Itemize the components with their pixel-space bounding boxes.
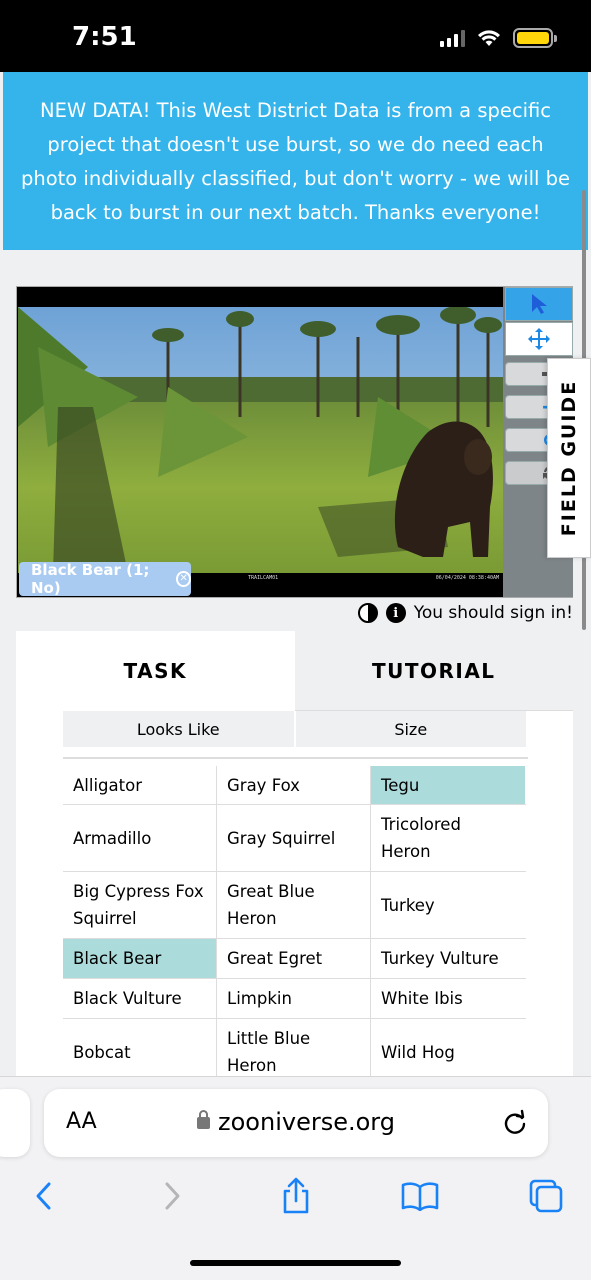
species-choices: Alligator Gray Fox Tegu Armadillo Gray S… [63,766,526,1086]
divider [63,757,528,759]
bookmarks-button[interactable] [398,1174,442,1218]
choice-limpkin[interactable]: Limpkin [217,979,371,1018]
lock-icon [197,1110,211,1129]
announcement-banner: NEW DATA! This West District Data is fro… [3,72,588,250]
status-time: 7:51 [72,22,137,52]
choice-big-cypress-fox-squirrel[interactable]: Big Cypress Fox Squirrel [63,872,217,938]
forward-button[interactable] [150,1174,194,1218]
status-bar: 7:51 [0,0,591,72]
previous-tab-preview[interactable] [0,1089,30,1157]
filter-size[interactable]: Size [295,711,526,747]
back-button[interactable] [22,1174,66,1218]
choice-white-ibis[interactable]: White Ibis [371,979,525,1018]
tab-tutorial[interactable]: TUTORIAL [294,631,573,711]
move-tool-button[interactable] [505,322,573,356]
choice-row: Big Cypress Fox Squirrel Great Blue Hero… [63,872,526,939]
mark-label-text: Black Bear (1; No) [31,561,150,597]
choice-black-bear[interactable]: Black Bear [63,939,217,978]
share-button[interactable] [274,1174,318,1218]
choice-alligator[interactable]: Alligator [63,766,217,804]
tab-task[interactable]: TASK [16,631,295,711]
info-icon[interactable]: i [385,603,406,623]
close-icon[interactable]: ✕ [176,571,191,587]
filter-looks-like[interactable]: Looks Like [63,711,294,747]
choice-turkey[interactable]: Turkey [371,872,525,938]
choice-tegu[interactable]: Tegu [371,766,525,804]
choice-black-vulture[interactable]: Black Vulture [63,979,217,1018]
pointer-tool-button[interactable] [505,287,573,321]
pointer-icon [532,294,547,314]
home-indicator [190,1260,401,1266]
wifi-icon [478,30,500,46]
signin-prompt[interactable]: You should sign in! [414,603,573,623]
field-guide-button[interactable]: FIELD GUIDE [547,358,591,558]
choice-tricolored-heron[interactable]: Tricolored Heron [371,805,525,871]
address-bar[interactable]: AA zooniverse.org [44,1089,548,1157]
photo-timestamp: 06/04/2024 08:38:40AM [435,575,499,581]
cellular-signal-icon [440,29,465,47]
choice-great-egret[interactable]: Great Egret [217,939,371,978]
camera-name: TRAILCAM01 [248,575,279,581]
choice-filters: Looks Like Size [63,711,526,747]
subject-image[interactable] [18,307,503,573]
contrast-icon[interactable] [357,603,378,623]
trail-camera-photo [18,307,503,573]
choice-row: Armadillo Gray Squirrel Tricolored Heron [63,805,526,872]
choice-row: Black Bear Great Egret Turkey Vulture [63,939,526,979]
battery-icon [513,28,557,48]
task-panel: TASK TUTORIAL Looks Like Size Alligator … [16,631,573,1091]
url-display[interactable]: zooniverse.org [44,1108,548,1136]
mark-label-black-bear[interactable]: Black Bear (1; No) ✕ [19,561,191,597]
tabs-button[interactable] [524,1174,568,1218]
field-guide-label: FIELD GUIDE [558,379,580,537]
page: 7:51 NEW DATA! This West District Data i… [0,0,591,1280]
choice-turkey-vulture[interactable]: Turkey Vulture [371,939,525,978]
tabs-icon [529,1179,563,1213]
signin-row: i You should sign in! [357,603,573,623]
choice-gray-fox[interactable]: Gray Fox [217,766,371,804]
browser-toolbar [0,1174,591,1218]
share-icon [283,1177,309,1214]
chevron-left-icon [36,1182,51,1210]
url-text: zooniverse.org [218,1108,395,1136]
status-icons [440,28,557,48]
choice-row: Alligator Gray Fox Tegu [63,766,526,805]
book-icon [401,1182,439,1211]
choice-row: Black Vulture Limpkin White Ibis [63,979,526,1019]
choice-armadillo[interactable]: Armadillo [63,805,217,871]
choice-great-blue-heron[interactable]: Great Blue Heron [217,872,371,938]
subject-viewer: TRAILCAM01 06/04/2024 08:38:40AM Black B… [16,286,573,598]
choice-gray-squirrel[interactable]: Gray Squirrel [217,805,371,871]
move-icon [528,328,550,350]
reload-icon[interactable] [500,1107,530,1137]
task-tabs: TASK TUTORIAL [16,631,573,711]
chevron-right-icon [165,1182,180,1210]
